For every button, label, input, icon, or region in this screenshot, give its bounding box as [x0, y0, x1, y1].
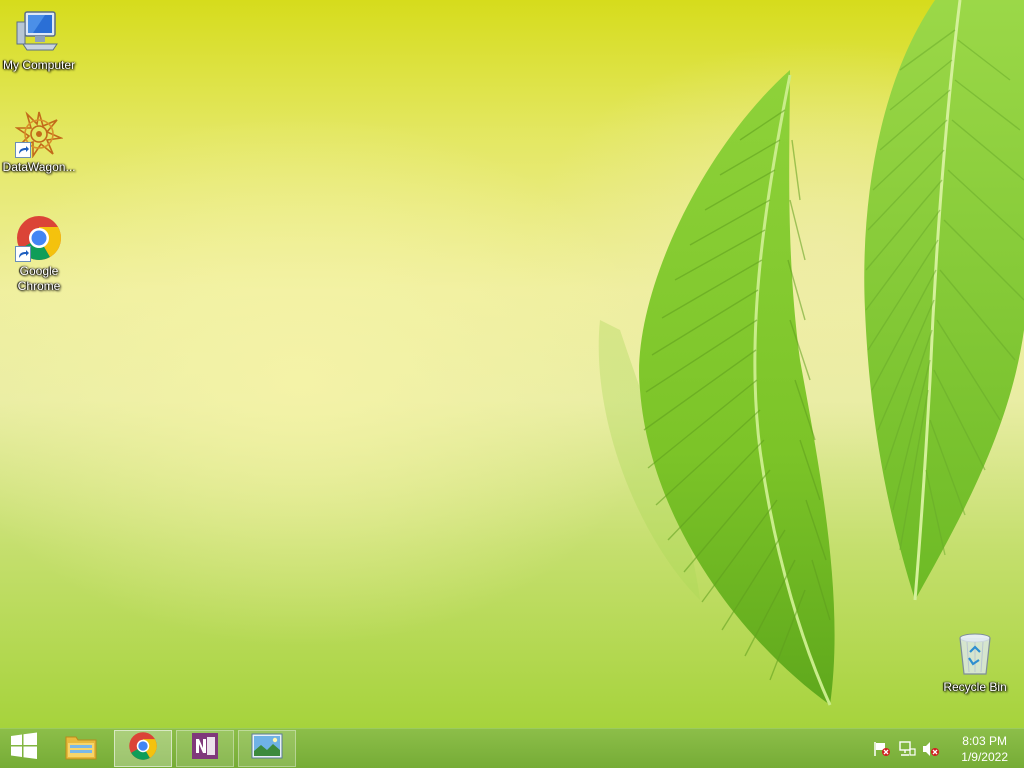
desktop-icon-recycle-bin[interactable]: Recycle Bin [937, 630, 1013, 695]
taskbar: 8:03 PM 1/9/2022 [0, 728, 1024, 768]
recycle-bin-icon [951, 630, 999, 678]
desktop-icon-label: Recycle Bin [943, 680, 1007, 694]
windows-logo-icon [10, 732, 38, 765]
system-clock[interactable]: 8:03 PM 1/9/2022 [961, 733, 1008, 765]
folder-icon [64, 731, 98, 766]
taskbar-app-file-explorer[interactable] [52, 730, 110, 767]
network-icon[interactable] [898, 741, 916, 757]
start-button[interactable] [0, 730, 48, 767]
volume-muted-icon[interactable] [922, 741, 940, 757]
computer-icon [15, 8, 63, 56]
leaf-wallpaper [598, 0, 1024, 706]
leaf-right [864, 0, 1024, 601]
clock-time: 8:03 PM [962, 734, 1007, 748]
picture-icon [251, 733, 283, 764]
taskbar-app-onenote[interactable] [176, 730, 234, 767]
action-center-flag-icon[interactable] [873, 741, 891, 757]
desktop-icon-label: DataWagon... [2, 160, 76, 174]
shortcut-arrow-icon [15, 142, 31, 158]
desktop-icon-datawagon[interactable]: DataWagon... [1, 110, 77, 175]
taskbar-app-image-viewer[interactable] [238, 730, 296, 767]
taskbar-app-google-chrome[interactable] [114, 730, 172, 767]
datawagon-icon [14, 110, 64, 159]
desktop-icon-google-chrome[interactable]: Google Chrome [1, 214, 77, 294]
clock-date: 1/9/2022 [961, 750, 1008, 764]
chrome-icon [128, 731, 158, 766]
desktop-background[interactable]: My Computer DataWagon... Google Chrome R… [0, 0, 1024, 728]
desktop-icon-my-computer[interactable]: My Computer [1, 8, 77, 73]
desktop-icon-label: My Computer [2, 58, 76, 72]
shortcut-arrow-icon [15, 246, 31, 262]
leaf-left [639, 70, 835, 706]
onenote-icon [190, 731, 220, 766]
chrome-icon [15, 214, 63, 262]
desktop-icon-label: Google Chrome [17, 264, 61, 293]
